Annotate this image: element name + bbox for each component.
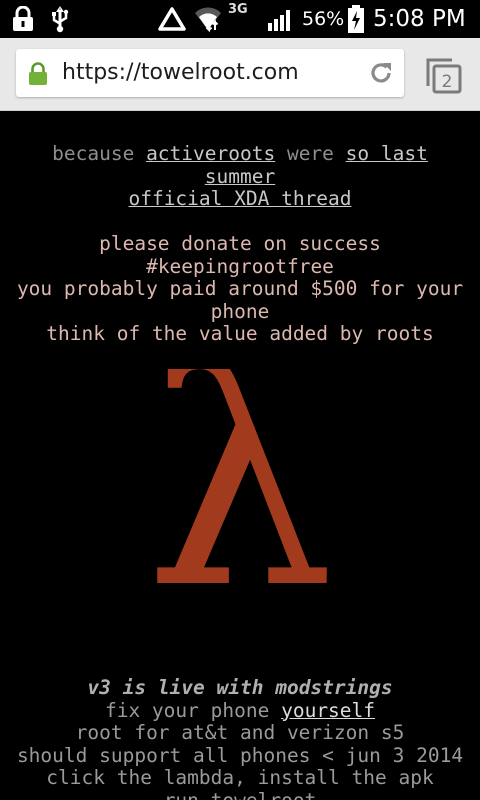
info-block: v3 is live with modstrings fix your phon… — [0, 676, 480, 800]
so-last-summer-link[interactable]: so last — [346, 142, 428, 165]
info-line-root: root for at&t and verizon s5 — [75, 721, 405, 744]
status-time: 5:08 PM — [373, 6, 466, 32]
url-text[interactable]: https://towelroot.com — [62, 49, 299, 97]
intro-line-1: because activeroots were so last — [0, 142, 480, 166]
fix-line: fix your phone yourself — [0, 698, 480, 723]
status-bar: 3G 56% 5:08 PM — [0, 0, 480, 38]
battery-charging-icon — [346, 0, 366, 38]
secure-lock-icon — [28, 62, 48, 90]
info-line-run: run towelroot — [163, 788, 317, 800]
tabs-icon: 2 — [426, 58, 462, 94]
fix-prefix: fix your phone — [104, 698, 270, 722]
donate-line-4: phone — [210, 299, 270, 323]
info-line-support: should support all phones < jun 3 2014 — [16, 743, 464, 767]
so-last-summer-link-continued[interactable]: summer — [205, 165, 275, 188]
tab-count: 2 — [442, 72, 453, 92]
donate-line-2: #keepingrootfree — [146, 254, 334, 278]
tabs-button[interactable]: 2 — [424, 56, 464, 96]
battery-percent: 56% — [302, 8, 345, 30]
xda-thread-link[interactable]: official XDA thread — [128, 187, 351, 210]
v3-headline: v3 is live with modstrings — [87, 676, 393, 699]
donate-line-1: please donate on success — [99, 232, 381, 255]
intro-were: were — [286, 142, 334, 165]
yourself-link[interactable]: yourself — [281, 699, 375, 722]
activeroots-link[interactable]: activeroots — [146, 142, 275, 165]
lambda-symbol[interactable]: λ — [150, 369, 330, 639]
wifi-icon — [192, 0, 224, 38]
info-line-click: click the lambda, install the apk — [46, 766, 434, 789]
address-bar[interactable]: https://towelroot.com — [16, 49, 404, 97]
donate-block: please donate on success #keepingrootfre… — [0, 232, 480, 346]
page-content: because activeroots were so last summer … — [0, 111, 480, 800]
network-type-label: 3G — [228, 2, 248, 17]
lock-icon — [10, 0, 36, 38]
signal-icon — [266, 0, 296, 38]
usb-icon — [48, 0, 72, 38]
reload-icon[interactable] — [366, 58, 396, 92]
browser-toolbar: https://towelroot.com 2 — [0, 38, 480, 111]
donate-line-3: you probably paid around $500 for your — [16, 277, 464, 300]
intro-because: because — [52, 142, 135, 165]
intro-block: because activeroots were so last summer … — [0, 142, 480, 211]
donate-line-5: think of the value added by roots — [46, 322, 434, 345]
warning-icon — [156, 0, 188, 38]
lambda-button[interactable]: λ — [150, 369, 330, 639]
